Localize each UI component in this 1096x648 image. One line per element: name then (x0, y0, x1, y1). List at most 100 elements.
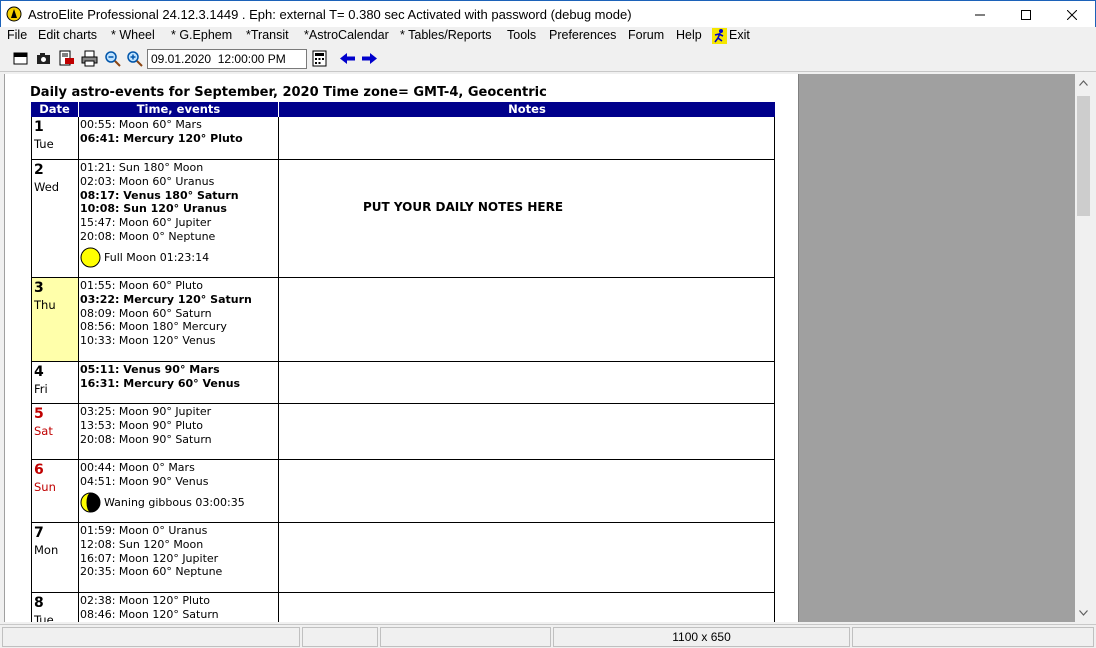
notes-cell[interactable] (279, 523, 774, 592)
chevron-up-icon (1079, 79, 1088, 86)
event-line: 15:47: Moon 60° Jupiter (80, 216, 212, 230)
app-logo-icon (6, 6, 22, 22)
print-button[interactable] (81, 50, 98, 67)
event-line: 10:08: Sun 120° Uranus (80, 202, 227, 216)
events-cell: 01:55: Moon 60° Pluto 03:22: Mercury 120°… (79, 278, 279, 361)
zoom-in-button[interactable] (126, 50, 143, 67)
notes-cell[interactable] (279, 460, 774, 522)
day-name: Sun (34, 480, 56, 494)
camera-button[interactable] (35, 50, 52, 67)
menu-file[interactable]: File (7, 28, 27, 42)
date-cell: 7 Mon (32, 523, 79, 592)
zoom-out-button[interactable] (104, 50, 121, 67)
day-name: Tue (34, 137, 54, 151)
status-panel-2 (302, 627, 378, 647)
events-cell: 02:38: Moon 120° Pluto 08:46: Moon 120° S… (79, 593, 279, 622)
calendar-button[interactable] (311, 50, 328, 67)
column-header-events: Time, events (78, 102, 278, 117)
day-row: 4 Fri 05:11: Venus 90° Mars 16:31: Mercury … (31, 362, 775, 404)
event-line: 20:08: Moon 90° Saturn (80, 432, 212, 446)
day-row: 2 Wed 01:21: Sun 180° Moon 02:03: Moon 60° … (31, 160, 775, 278)
menu-bar: File Edit charts * Wheel * G.Ephem *Tran… (0, 27, 1096, 46)
status-panel-1 (2, 627, 300, 647)
menu-edit-charts[interactable]: Edit charts (38, 28, 97, 42)
day-row: 5 Sat 03:25: Moon 90° Jupiter 13:53: Moon 9… (31, 404, 775, 460)
menu-help[interactable]: Help (676, 28, 702, 42)
event-line: 13:53: Moon 90° Pluto (80, 418, 204, 432)
full-moon-icon (80, 247, 101, 268)
event-line: 04:51: Moon 90° Venus (80, 474, 209, 488)
event-line: 02:03: Moon 60° Uranus (80, 174, 215, 188)
menu-preferences[interactable]: Preferences (549, 28, 616, 42)
window-title: AstroElite Professional 24.12.3.1449 . E… (28, 7, 632, 22)
notes-cell[interactable] (279, 404, 774, 459)
scroll-up-button[interactable] (1075, 74, 1092, 91)
notes-cell[interactable]: PUT YOUR DAILY NOTES HERE (279, 160, 774, 277)
menu-wheel[interactable]: * Wheel (111, 28, 155, 42)
minimize-button[interactable] (957, 1, 1003, 28)
date-time-input[interactable] (147, 49, 307, 69)
title-bar: AstroElite Professional 24.12.3.1449 . E… (0, 0, 1096, 27)
scrollbar-thumb[interactable] (1077, 96, 1090, 216)
close-icon (1067, 9, 1077, 20)
prev-date-button[interactable] (339, 50, 356, 67)
scroll-down-button[interactable] (1075, 604, 1092, 621)
day-number: 6 (34, 462, 44, 478)
pdf-button[interactable] (58, 50, 75, 67)
day-number: 5 (34, 406, 44, 422)
menu-forum[interactable]: Forum (628, 28, 664, 42)
notes-cell[interactable] (279, 593, 774, 622)
arrow-left-icon (340, 53, 355, 64)
date-cell: 1 Tue (32, 117, 79, 159)
date-cell: 2 Wed (32, 160, 79, 277)
day-name: Sat (34, 424, 53, 438)
moon-phase-label: Full Moon 01:23:14 (104, 250, 210, 264)
zoom-in-icon (127, 51, 143, 67)
events-cell: 01:21: Sun 180° Moon 02:03: Moon 60° Uran… (79, 160, 279, 277)
report-title: Daily astro-events for September, 2020 T… (30, 85, 547, 100)
status-size-panel: 1100 x 650 (553, 627, 850, 647)
events-cell: 05:11: Venus 90° Mars 16:31: Mercury 60° … (79, 362, 279, 403)
event-line: 01:21: Sun 180° Moon (80, 161, 204, 174)
close-button[interactable] (1049, 1, 1095, 28)
maximize-button[interactable] (1003, 1, 1049, 28)
moon-phase-label: Waning gibbous 03:00:35 (104, 495, 245, 509)
date-cell: 8 Tue (32, 593, 79, 622)
menu-transit[interactable]: *Transit (246, 28, 289, 42)
menu-astrocalendar[interactable]: *AstroCalendar (304, 28, 389, 42)
events-cell: 03:25: Moon 90° Jupiter 13:53: Moon 90° P… (79, 404, 279, 459)
event-line: 20:35: Moon 60° Neptune (80, 565, 223, 579)
calendar-icon (312, 50, 327, 67)
day-number: 7 (34, 525, 44, 541)
day-number: 1 (34, 119, 44, 135)
report-page: Daily astro-events for September, 2020 T… (4, 74, 798, 622)
next-date-button[interactable] (361, 50, 378, 67)
day-row: 1 Tue 00:55: Moon 60° Mars 06:41: Mercury 1… (31, 117, 775, 160)
menu-tables-reports[interactable]: * Tables/Reports (400, 28, 492, 42)
day-name: Tue (34, 613, 54, 622)
menu-tools[interactable]: Tools (507, 28, 536, 42)
status-panel-3 (380, 627, 551, 647)
event-line: 01:59: Moon 0° Uranus (80, 524, 208, 537)
pdf-icon (59, 50, 74, 66)
event-line: 01:55: Moon 60° Pluto (80, 279, 204, 292)
camera-icon (37, 53, 50, 64)
menu-exit[interactable]: Exit (729, 28, 750, 42)
notes-cell[interactable] (279, 362, 774, 403)
date-cell: 4 Fri (32, 362, 79, 403)
chevron-down-icon (1079, 609, 1088, 616)
date-cell: 5 Sat (32, 404, 79, 459)
event-line: 06:41: Mercury 120° Pluto (80, 131, 243, 145)
waning-gibbous-moon-icon (80, 492, 101, 513)
print-icon (81, 50, 98, 67)
moon-phase: Full Moon 01:23:14 (80, 247, 278, 268)
arrow-right-icon (362, 53, 377, 64)
maximize-icon (1021, 9, 1031, 20)
day-row: 7 Mon 01:59: Moon 0° Uranus 12:08: Sun 120°… (31, 523, 775, 593)
day-number: 4 (34, 364, 44, 380)
window-button[interactable] (12, 50, 29, 67)
notes-cell[interactable] (279, 117, 774, 159)
notes-cell[interactable] (279, 278, 774, 361)
status-bar: 1100 x 650 (0, 624, 1096, 648)
menu-gephem[interactable]: * G.Ephem (171, 28, 232, 42)
